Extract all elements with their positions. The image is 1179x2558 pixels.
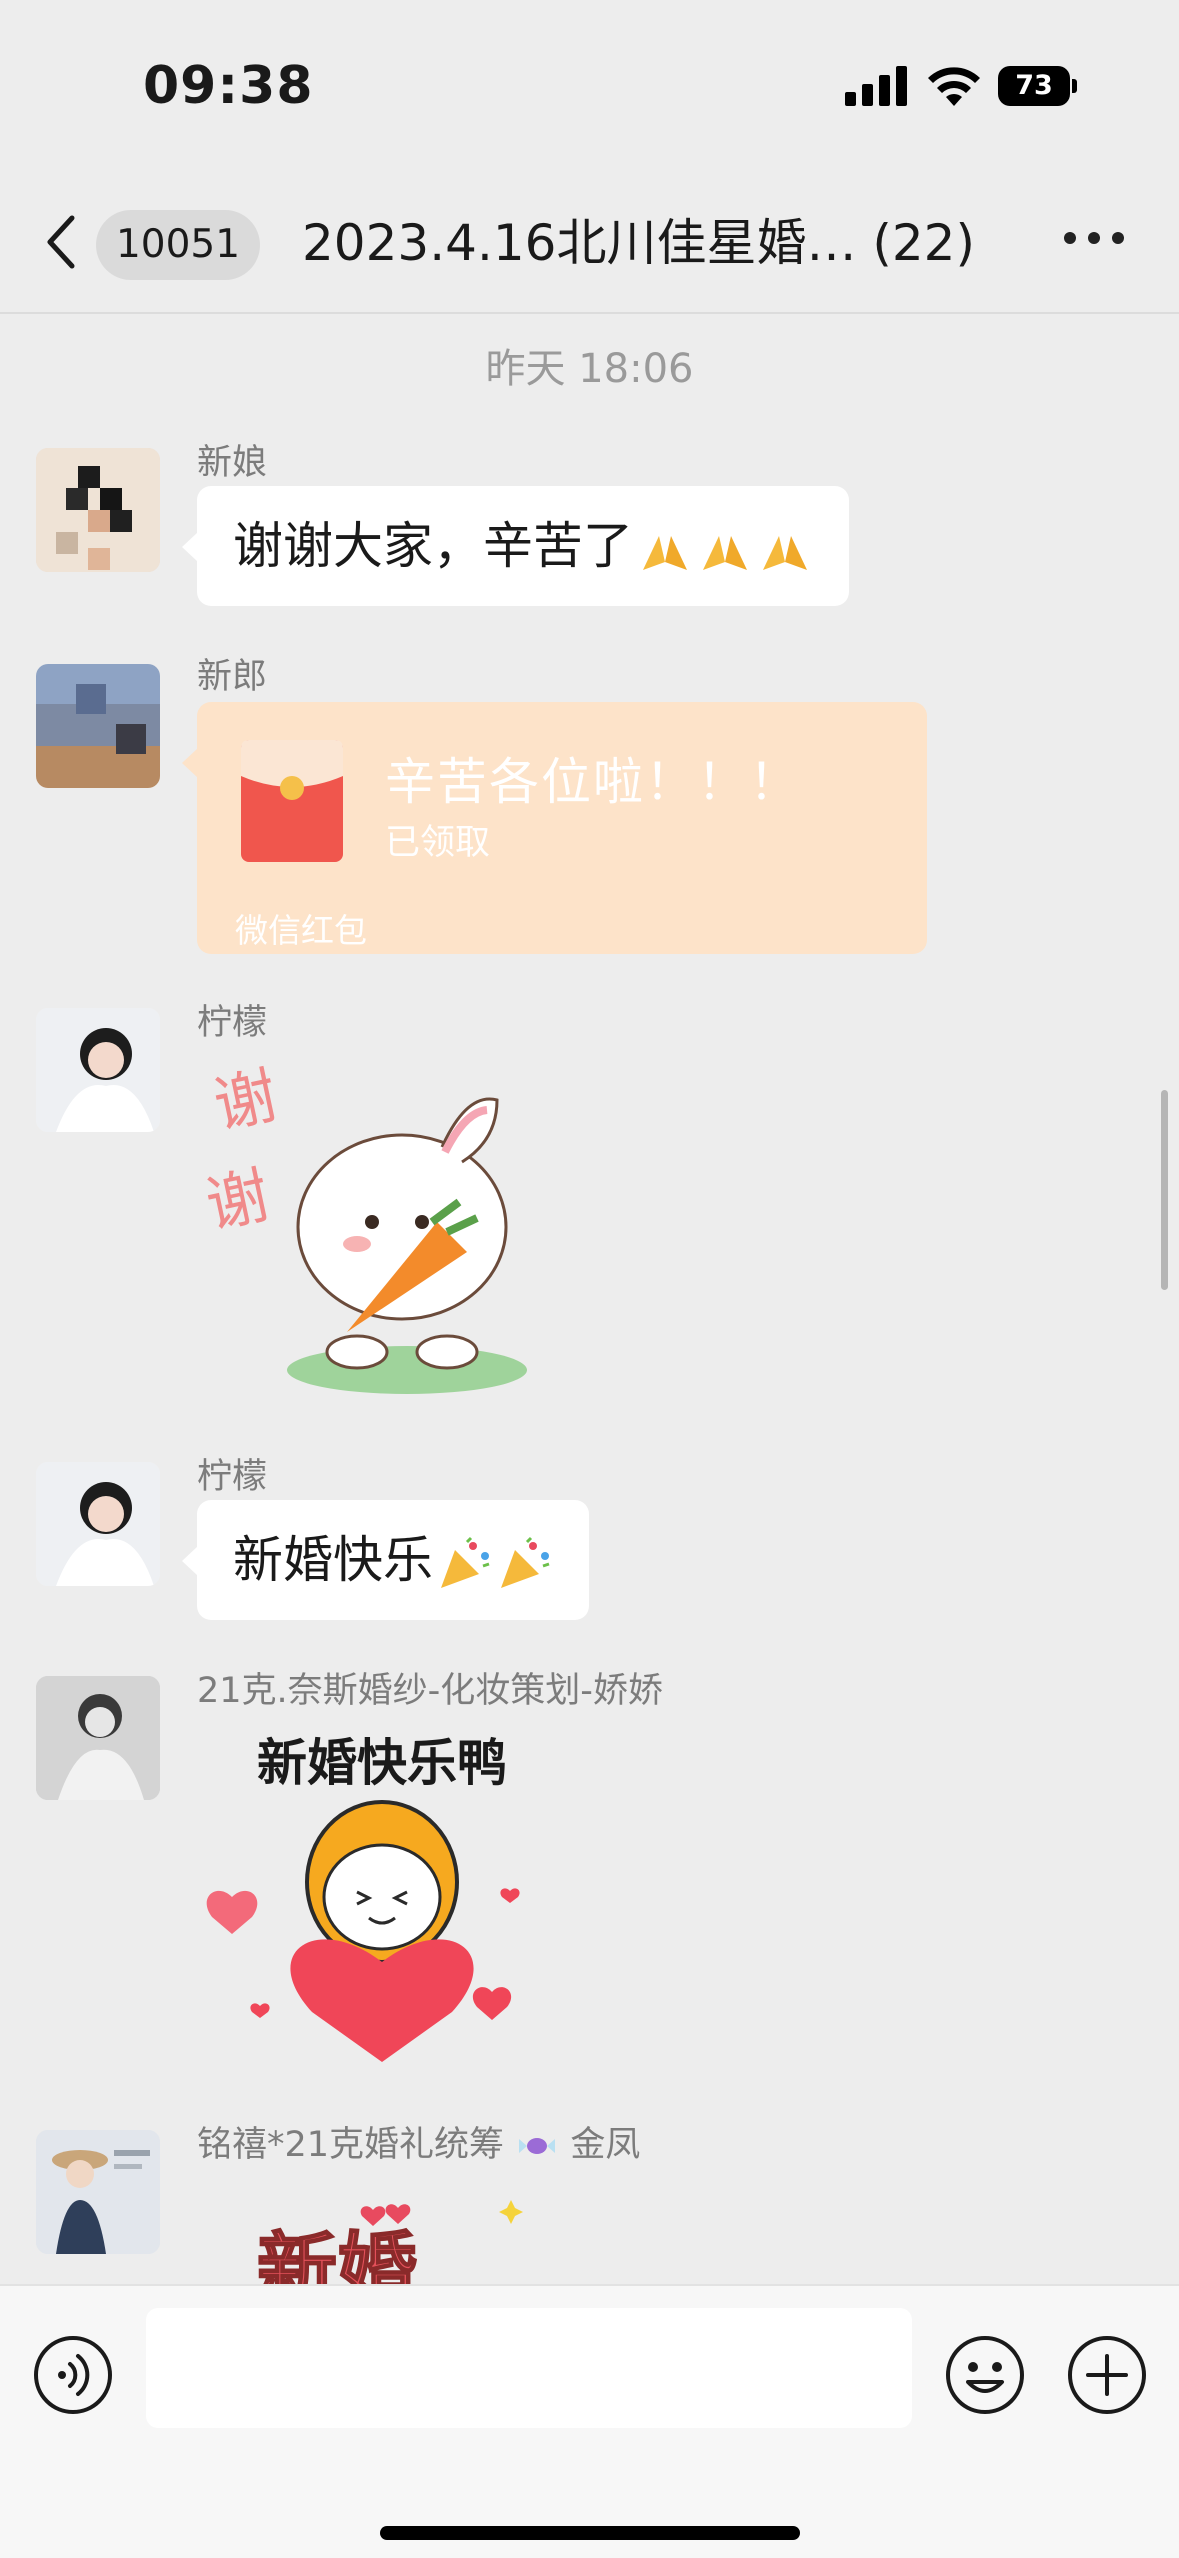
red-packet-message[interactable]: 辛苦各位啦！！！ 已领取 微信红包 [182,702,927,954]
message-timestamp: 昨天 18:06 [485,346,694,392]
plus-circle-icon[interactable] [1066,2334,1148,2416]
avatar[interactable] [36,1008,160,1132]
ellipsis-icon[interactable] [1064,232,1124,252]
svg-text:谢: 谢 [208,1058,284,1142]
smiley-icon[interactable] [944,2334,1026,2416]
status-bar: 09:38 73 [0,0,1179,170]
chat-title[interactable]: 2023.4.16北川佳星婚… (22) [302,208,1002,278]
avatar[interactable] [36,1462,160,1586]
avatar[interactable] [36,448,160,572]
svg-text:谢: 谢 [200,1158,276,1242]
red-packet-label: 微信红包 [235,911,367,950]
battery-level: 73 [1015,70,1053,101]
message-bubble[interactable]: 新婚快乐 [182,1500,589,1620]
avatar[interactable] [36,2130,160,2254]
message-text: 新婚快乐 [233,1531,433,1589]
battery-icon: 73 [998,66,1078,106]
sender-name: 铭禧*21克婚礼统筹 金凤 [197,2116,640,2167]
red-packet-icon [241,740,343,862]
sender-name-text: 铭禧*21克婚礼统筹 [197,2125,505,2165]
candy-icon [519,2138,556,2154]
rabbit-thanks-sticker[interactable]: 谢 谢 [197,1052,557,1412]
sender-name: 新娘 [197,443,268,483]
folded-hands-icon [763,535,807,570]
red-packet-title: 辛苦各位啦！！！ [385,753,801,811]
status-time: 09:38 [143,56,314,116]
avatar[interactable] [36,1676,160,1800]
unread-count-badge[interactable]: 10051 [96,210,260,280]
sender-name: 21克.奈斯婚纱-化妆策划-娇娇 [197,1671,663,1711]
sticker-caption: 新婚快乐鸭 [257,1734,507,1792]
home-indicator [380,2526,800,2540]
sender-name-suffix: 金凤 [570,2125,641,2165]
message-input[interactable] [146,2308,912,2428]
avatar[interactable] [36,664,160,788]
message-list[interactable]: 昨天 18:06 新娘 谢谢大家，辛苦了 新郎 辛苦各位啦！！！ 已领取 微信红… [0,312,1179,2284]
red-packet-status: 已领取 [385,823,491,863]
sender-name: 柠檬 [197,1457,268,1497]
party-popper-icon [441,1536,490,1588]
sender-name: 新郎 [197,657,268,697]
message-text: 谢谢大家，辛苦了 [233,517,633,575]
input-bar [0,2284,1179,2558]
party-popper-icon [501,1536,550,1588]
cellular-signal-icon [845,66,907,106]
folded-hands-icon [643,535,687,570]
duck-heart-sticker[interactable]: 新婚快乐鸭 [197,1712,557,2082]
sender-name: 柠檬 [197,1003,268,1043]
folded-hands-icon [703,535,747,570]
chat-header: 10051 2023.4.16北川佳星婚… (22) [0,170,1179,314]
message-bubble[interactable]: 谢谢大家，辛苦了 [182,486,849,606]
wifi-icon [928,67,980,106]
newlywed-sticker[interactable]: 新婚 [197,2178,557,2284]
scrollbar[interactable] [1161,1090,1168,1290]
chevron-left-icon[interactable] [42,214,82,270]
sticker-caption: 新婚 [257,2224,417,2284]
voice-input-icon[interactable] [32,2334,114,2416]
